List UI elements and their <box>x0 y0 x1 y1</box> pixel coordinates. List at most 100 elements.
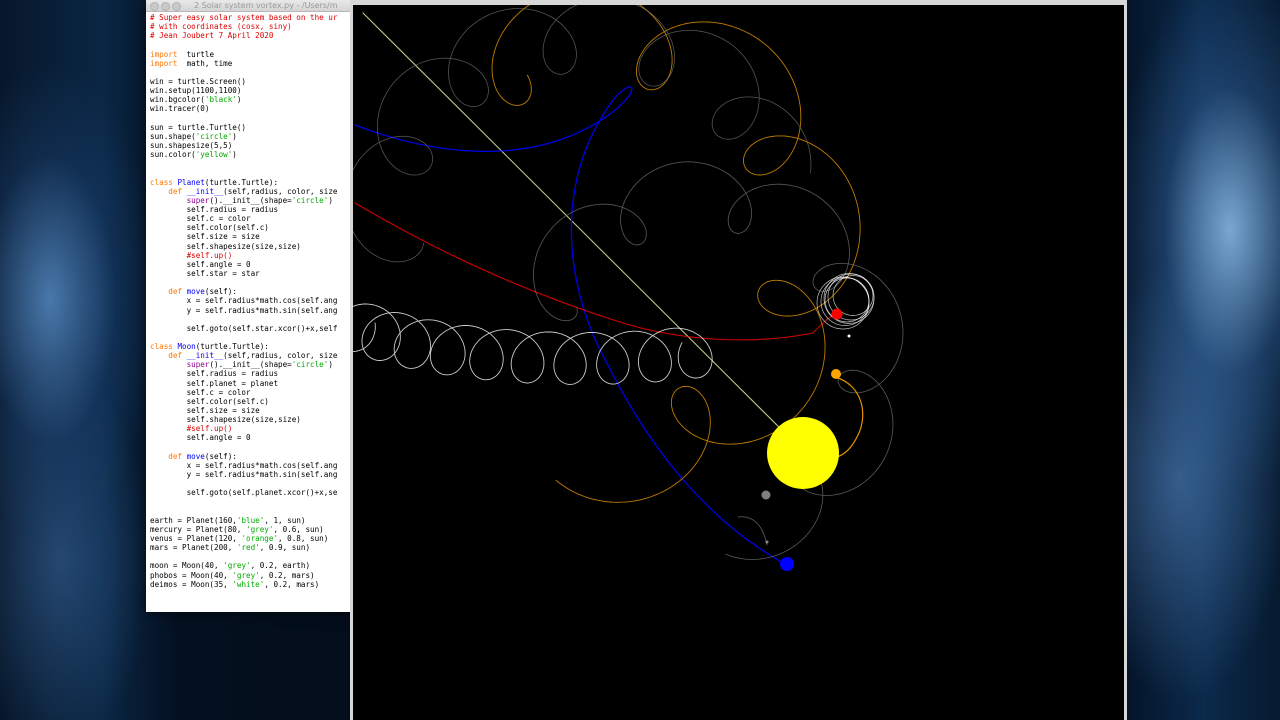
code-token: #self.up() <box>186 250 233 260</box>
code-token: Planet <box>177 177 205 187</box>
code-line: sun.shapesize(5,5) <box>150 141 337 150</box>
code-token: x = self.radius*math.cos(self.ang <box>150 296 338 306</box>
code-token: , 1, sun) <box>264 515 306 525</box>
code-line: self.angle = 0 <box>150 260 337 269</box>
code-line: sun.shape('circle') <box>150 132 337 141</box>
code-token: self.planet = planet <box>150 378 279 388</box>
code-token: mercury = Planet(80, <box>150 524 247 534</box>
turtle-graphics-window[interactable] <box>350 0 1127 720</box>
code-token: ().__init__(shape= <box>209 360 292 370</box>
code-token: , 0.6, sun) <box>273 524 324 534</box>
code-token: win.bgcolor( <box>150 95 205 105</box>
code-token: # Jean Joubert 7 April 2020 <box>150 31 274 41</box>
code-line: def move(self): <box>150 452 337 461</box>
code-token: import <box>150 58 178 68</box>
code-token: class <box>150 342 173 352</box>
code-token: 'grey' <box>223 561 251 571</box>
code-text-area[interactable]: # Super easy solar system based on the u… <box>150 13 337 589</box>
code-line: import turtle <box>150 50 337 59</box>
code-token: self.shapesize(size,size) <box>150 241 301 251</box>
code-line: mercury = Planet(80, 'grey', 0.6, sun) <box>150 525 337 534</box>
code-line: deimos = Moon(35, 'white', 0.2, mars) <box>150 580 337 589</box>
code-token: 'circle' <box>291 360 329 370</box>
code-token: 'yellow' <box>195 150 233 160</box>
code-token: (self,radius, color, size <box>223 351 338 361</box>
code-token: def <box>168 351 183 361</box>
zoom-window-button[interactable] <box>172 2 181 11</box>
code-token: 'circle' <box>291 195 329 205</box>
code-line: win.tracer(0) <box>150 104 337 113</box>
code-line: self.shapesize(size,size) <box>150 415 337 424</box>
close-window-button[interactable] <box>150 2 159 11</box>
code-token: mars = Planet(200, <box>150 543 237 553</box>
earth-trail <box>354 86 788 566</box>
code-token: self.goto(self.star.xcor()+x,self <box>150 323 338 333</box>
code-line: moon = Moon(40, 'grey', 0.2, earth) <box>150 561 337 570</box>
code-token: ) <box>328 360 333 370</box>
code-line: mars = Planet(200, 'red', 0.9, sun) <box>150 543 337 552</box>
code-token: ) <box>232 131 237 141</box>
code-token: super <box>186 195 210 205</box>
code-line: phobos = Moon(40, 'grey', 0.2, mars) <box>150 571 337 580</box>
code-token: self.angle = 0 <box>150 259 251 269</box>
editor-window-title: 2 Solar system vortex.py - /Users/m <box>194 1 338 10</box>
code-line: self.size = size <box>150 406 337 415</box>
code-token: class <box>150 177 173 187</box>
code-line: win = turtle.Screen() <box>150 77 337 86</box>
editor-titlebar[interactable]: 2 Solar system vortex.py - /Users/m <box>146 0 356 12</box>
mars-planet <box>831 308 843 320</box>
code-line: self.angle = 0 <box>150 433 337 442</box>
code-token: self.color(self.c) <box>150 223 269 233</box>
code-line: #self.up() <box>150 424 337 433</box>
earth-moon-tail <box>737 516 768 546</box>
code-token: , 0.9, sun) <box>259 543 311 553</box>
deimos-trail <box>353 303 713 385</box>
moon-moon <box>765 540 769 544</box>
code-token: Moon <box>177 342 196 352</box>
moon-trail <box>353 5 812 263</box>
code-line: x = self.radius*math.cos(self.ang <box>150 461 338 470</box>
code-token: self.radius = radius <box>150 369 279 379</box>
code-token: sun.shape( <box>150 131 196 141</box>
code-token: (turtle.Turtle): <box>195 342 269 352</box>
minimize-window-button[interactable] <box>161 2 170 11</box>
turtle-canvas[interactable] <box>353 5 1124 720</box>
earth-planet <box>780 557 794 571</box>
code-token: self.shapesize(size,size) <box>150 415 301 425</box>
idle-editor-window[interactable]: 2 Solar system vortex.py - /Users/m # Su… <box>146 0 356 612</box>
code-token: ) <box>232 150 237 160</box>
code-token: self.c = color <box>150 214 251 224</box>
code-line: venus = Planet(120, 'orange', 0.8, sun) <box>150 534 337 543</box>
code-token: win = turtle.Screen() <box>150 76 247 86</box>
code-token: def <box>168 186 183 196</box>
deimos-moon <box>847 334 851 338</box>
code-line: y = self.radius*math.sin(self.ang <box>150 470 338 479</box>
code-line: def move(self): <box>150 287 337 296</box>
code-token: self.c = color <box>150 387 251 397</box>
code-line: sun.color('yellow') <box>150 150 337 159</box>
code-line: class Planet(turtle.Turtle): <box>150 178 337 187</box>
code-token: (self): <box>204 451 237 461</box>
code-line: win.bgcolor('black') <box>150 95 337 104</box>
code-line: def __init__(self,radius, color, size <box>150 351 337 360</box>
code-line: #self.up() <box>150 251 337 260</box>
code-token: import <box>150 49 178 59</box>
code-token: y = self.radius*math.sin(self.ang <box>150 305 338 315</box>
code-token: earth = Planet(160, <box>150 515 237 525</box>
